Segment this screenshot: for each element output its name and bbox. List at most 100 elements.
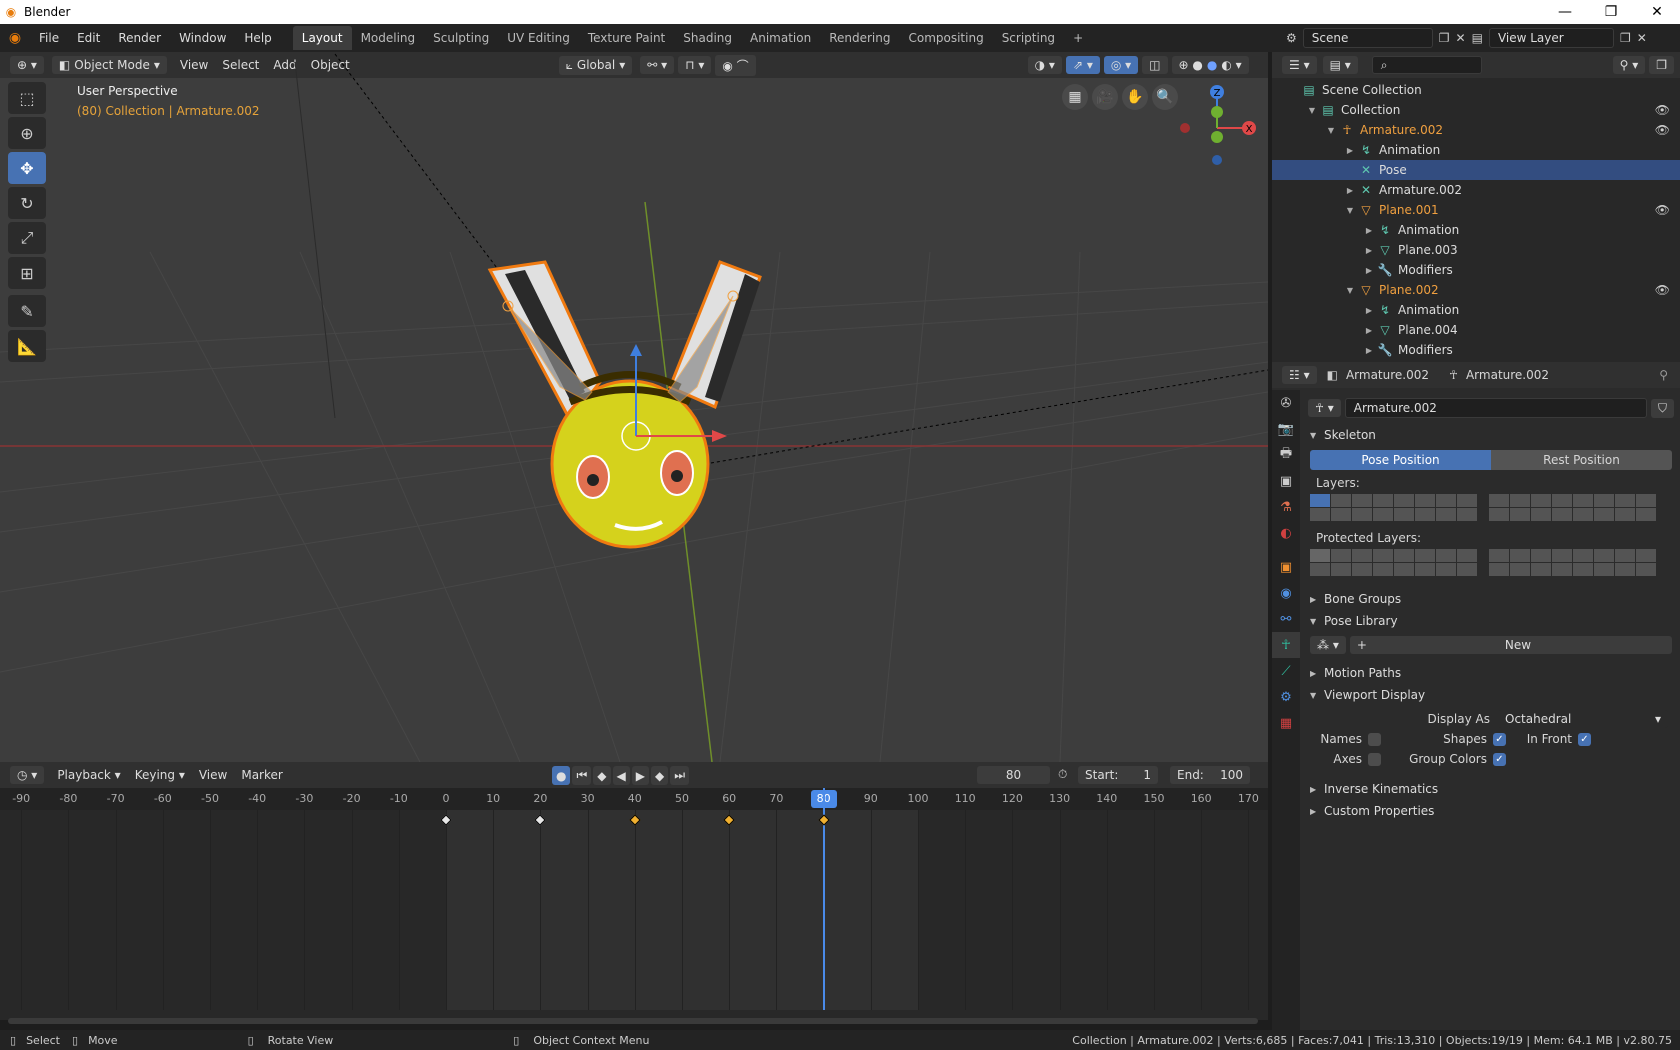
protected-group-a[interactable]	[1310, 549, 1477, 576]
world-tab-icon[interactable]: ◐	[1272, 520, 1300, 546]
physics-tab-icon[interactable]: ◉	[1272, 580, 1300, 606]
motion-paths-panel-header[interactable]: ▶ Motion Paths	[1308, 662, 1674, 684]
navigation-gizmo[interactable]: Z X	[1175, 82, 1265, 177]
bone-constraints-tab-icon[interactable]: ⚙	[1272, 684, 1300, 710]
tab-scripting[interactable]: Scripting	[993, 26, 1064, 50]
transform-icon[interactable]: ⊞	[8, 257, 46, 289]
jump-start-icon[interactable]: ⏮	[572, 766, 592, 785]
tab-uv-editing[interactable]: UV Editing	[498, 26, 579, 50]
outliner-row[interactable]: ✕ Pose	[1272, 160, 1680, 180]
disclosure-triangle-icon[interactable]: ▼	[1324, 126, 1338, 135]
disclosure-triangle-icon[interactable]: ▶	[1362, 246, 1376, 255]
outliner-row[interactable]: ▼ ▽ Plane.002 👁	[1272, 280, 1680, 300]
tab-animation[interactable]: Animation	[741, 26, 820, 50]
tab-modeling[interactable]: Modeling	[352, 26, 425, 50]
outliner-row[interactable]: ▶ ✕ Armature.002	[1272, 180, 1680, 200]
annotate-icon[interactable]: ✎	[8, 295, 46, 327]
auto-keying-icon[interactable]: ●	[552, 766, 571, 785]
protected-group-b[interactable]	[1489, 549, 1656, 576]
tab-texture-paint[interactable]: Texture Paint	[579, 26, 674, 50]
rotate-icon[interactable]: ↻	[8, 187, 46, 219]
view-layer-icon[interactable]: ▤	[1472, 31, 1483, 45]
outliner-row[interactable]: ▶ 🔧 Modifiers	[1272, 260, 1680, 280]
outliner-search-input[interactable]: ⌕	[1371, 56, 1482, 74]
delete-scene-icon[interactable]: ✕	[1456, 31, 1466, 45]
new-pose-library-button[interactable]: + New	[1349, 636, 1672, 654]
timeline-scrollbar[interactable]	[8, 1018, 1258, 1024]
tab-rendering[interactable]: Rendering	[820, 26, 899, 50]
start-frame-field[interactable]: Start: 1	[1078, 766, 1158, 784]
menu-file[interactable]: File	[30, 31, 68, 45]
close-button[interactable]: ✕	[1634, 4, 1680, 20]
bone-groups-panel-header[interactable]: ▶ Bone Groups	[1308, 588, 1674, 610]
names-checkbox[interactable]	[1368, 732, 1381, 746]
menu-window[interactable]: Window	[170, 31, 235, 45]
datablock-icon[interactable]: ☥ ▾	[1308, 399, 1341, 417]
armature-name-field[interactable]: Armature.002	[1344, 398, 1647, 418]
pose-library-panel-header[interactable]: ▼ Pose Library	[1308, 610, 1674, 632]
axes-checkbox[interactable]	[1368, 752, 1381, 766]
constraints-tab-icon[interactable]: ⚯	[1272, 606, 1300, 632]
tab-layout[interactable]: Layout	[292, 26, 352, 50]
outliner-row[interactable]: ▤ Scene Collection	[1272, 80, 1680, 100]
outliner-row[interactable]: ▶ ▽ Plane.003	[1272, 240, 1680, 260]
outliner-row[interactable]: ▶ ↯ Animation	[1272, 140, 1680, 160]
current-frame-field[interactable]: 80	[977, 766, 1050, 784]
pose-position-button[interactable]: Pose Position	[1310, 450, 1491, 470]
outliner-row[interactable]: ▼ ▽ Plane.001 👁	[1272, 200, 1680, 220]
pan-hand-icon[interactable]: ✋	[1122, 84, 1148, 110]
add-workspace-icon[interactable]: +	[1064, 26, 1092, 50]
group-colors-checkbox[interactable]: ✓	[1493, 752, 1506, 766]
cursor-icon[interactable]: ⊕	[8, 117, 46, 149]
disclosure-triangle-icon[interactable]: ▶	[1343, 186, 1357, 195]
keying-menu[interactable]: Keying ▾	[128, 766, 192, 784]
pin-icon[interactable]: ⚲	[1659, 368, 1668, 382]
tab-shading[interactable]: Shading	[674, 26, 741, 50]
measure-icon[interactable]: 📐	[8, 330, 46, 362]
timeline-view-menu[interactable]: View	[192, 766, 234, 784]
menu-render[interactable]: Render	[109, 31, 170, 45]
output-tab-icon[interactable]: 🖶	[1272, 442, 1300, 468]
new-view-layer-icon[interactable]: ❐	[1620, 31, 1631, 45]
outliner-row[interactable]: ▶ ▽ Plane.004	[1272, 320, 1680, 340]
play-icon[interactable]: ▶	[631, 766, 649, 785]
layers-grid[interactable]	[1310, 494, 1674, 521]
outliner-editor-type-icon[interactable]: ☰ ▾	[1282, 56, 1317, 74]
blender-menu-icon[interactable]: ◉	[0, 30, 30, 46]
scene-selector[interactable]: Scene	[1302, 28, 1433, 48]
delete-view-layer-icon[interactable]: ✕	[1637, 31, 1647, 45]
tab-compositing[interactable]: Compositing	[899, 26, 992, 50]
disclosure-triangle-icon[interactable]: ▶	[1362, 226, 1376, 235]
tool-tab-icon[interactable]: ✇	[1272, 390, 1300, 416]
menu-help[interactable]: Help	[235, 31, 280, 45]
3d-viewport[interactable]: ⊕ ▾ ◧ Object Mode ▾ View Select Add Objec…	[0, 52, 1268, 762]
outliner-row[interactable]: ▶ ↯ Animation	[1272, 220, 1680, 240]
select-box-icon[interactable]: ⬚	[8, 82, 46, 114]
display-as-dropdown[interactable]: Octahedral ▾	[1498, 710, 1668, 728]
timeline-editor-type-icon[interactable]: ◷ ▾	[10, 766, 45, 784]
marker-menu[interactable]: Marker	[234, 766, 289, 784]
display-mode-icon[interactable]: ▤ ▾	[1322, 56, 1358, 74]
filter-icon[interactable]: ⚲ ▾	[1612, 56, 1646, 74]
outliner-row[interactable]: ▼ ☥ Armature.002 👁	[1272, 120, 1680, 140]
scene-tab-icon[interactable]: ⚗	[1272, 494, 1300, 520]
protected-layers-grid[interactable]	[1310, 549, 1674, 576]
disclosure-triangle-icon[interactable]: ▶	[1362, 306, 1376, 315]
visibility-eye-icon[interactable]: 👁	[1655, 203, 1670, 217]
maximize-button[interactable]: ❐	[1588, 4, 1634, 20]
scale-icon[interactable]: ⤢	[8, 222, 46, 254]
camera-view-icon[interactable]: 🎥	[1092, 84, 1118, 110]
disclosure-triangle-icon[interactable]: ▶	[1343, 146, 1357, 155]
toggle-ortho-icon[interactable]: ▦	[1062, 84, 1088, 110]
pose-library-browse-icon[interactable]: ⁂ ▾	[1310, 636, 1346, 654]
inverse-kinematics-panel-header[interactable]: ▶ Inverse Kinematics	[1308, 778, 1674, 800]
minimize-button[interactable]: —	[1542, 4, 1588, 20]
jump-end-icon[interactable]: ⏭	[670, 766, 690, 785]
move-icon[interactable]: ✥	[8, 152, 46, 184]
shapes-checkbox[interactable]: ✓	[1493, 732, 1506, 746]
outliner-row[interactable]: ▶ 🔧 Modifiers	[1272, 340, 1680, 360]
outliner-row[interactable]: ▼ ▤ Collection 👁	[1272, 100, 1680, 120]
new-scene-icon[interactable]: ❐	[1439, 31, 1450, 45]
render-tab-icon[interactable]: 📷	[1272, 416, 1300, 442]
menu-edit[interactable]: Edit	[68, 31, 109, 45]
